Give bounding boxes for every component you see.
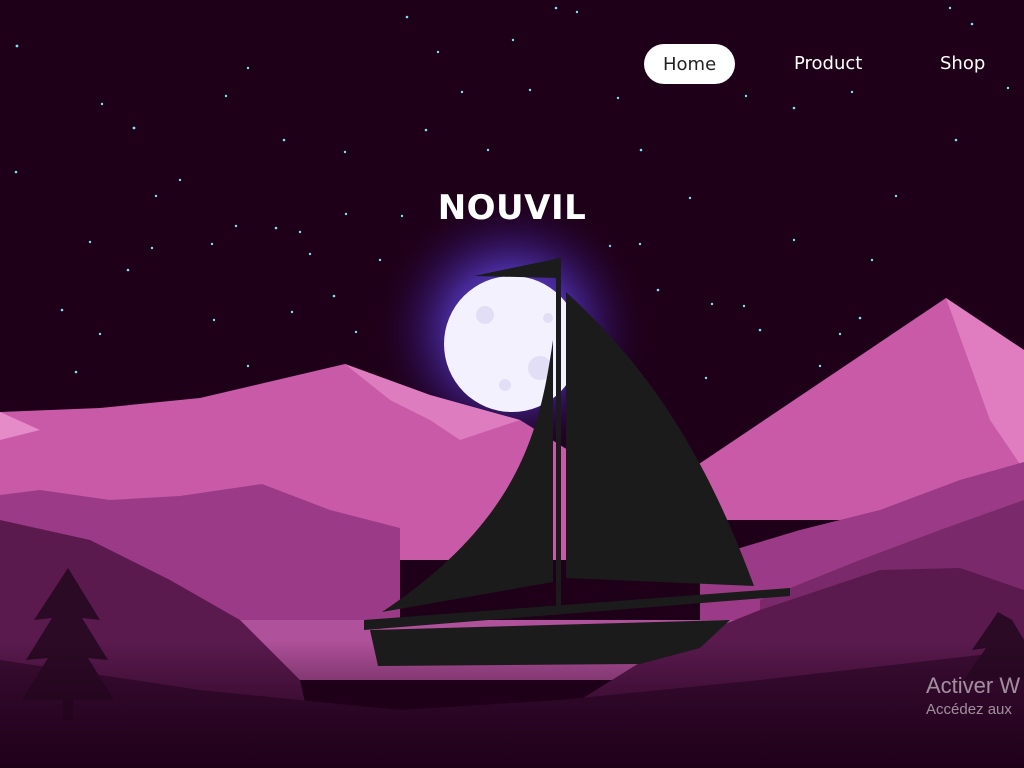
brand-title: NOUVIL [437,188,587,228]
nav-shop-link[interactable]: Shop [940,44,985,84]
watermark-title: Activer W [926,673,1021,698]
hero-scene [0,0,1024,768]
watermark-subtitle: Accédez aux [926,701,1012,718]
nav-product-link[interactable]: Product [794,44,862,84]
landing-page: Home Product Shop NOUVIL Activer W Accéd… [0,0,1024,768]
nav-home-link[interactable]: Home [644,44,736,84]
windows-activation-watermark: Activer W Accédez aux [926,672,1024,720]
main-nav: Home Product Shop [0,44,1024,84]
